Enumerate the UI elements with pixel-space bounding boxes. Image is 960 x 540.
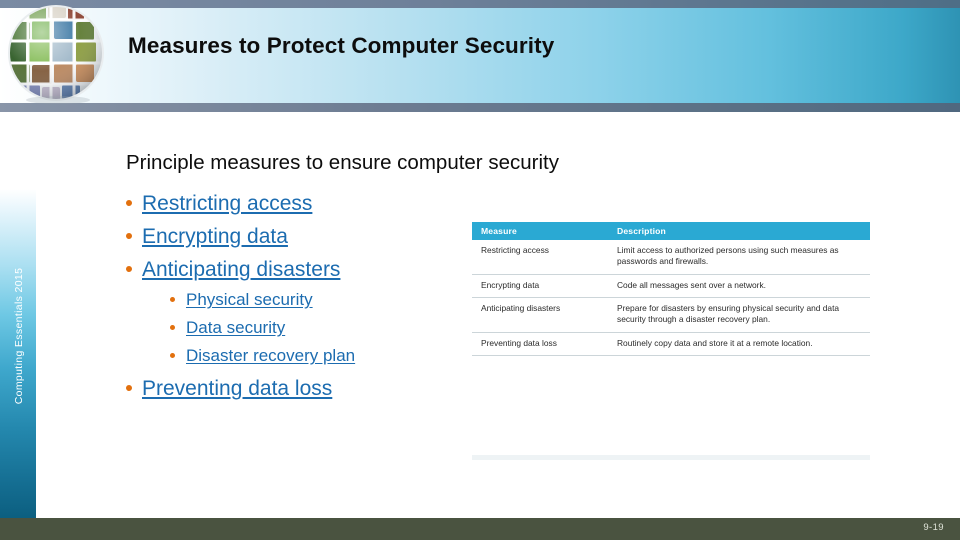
list-item: Preventing data loss — [126, 376, 355, 402]
table-cell-description: Limit access to authorized persons using… — [608, 240, 870, 275]
table-header-row: Measure Description — [472, 222, 870, 240]
bullet-dot-icon — [126, 200, 132, 206]
page-title: Measures to Protect Computer Security — [128, 33, 555, 58]
slide-header: Measures to Protect Computer Security — [0, 0, 960, 112]
header-top-strip — [0, 0, 960, 8]
table-cell-description: Prepare for disasters by ensuring physic… — [608, 297, 870, 333]
bullet-dot-icon — [170, 353, 175, 358]
table-cell-description: Code all messages sent over a network. — [608, 274, 870, 299]
page-number: 9-19 — [923, 522, 944, 533]
table-col-measure: Measure — [472, 222, 608, 240]
list-item: Encrypting data — [126, 224, 355, 250]
bullet-dot-icon — [170, 297, 175, 302]
table-col-description: Description — [608, 222, 870, 240]
table-row: Restricting access Limit access to autho… — [472, 240, 870, 275]
table-row: Anticipating disasters Prepare for disas… — [472, 297, 870, 333]
bullet-dot-icon — [170, 325, 175, 330]
sub-list-item-label[interactable]: Disaster recovery plan — [186, 346, 355, 365]
sub-list-item: Physical security — [170, 289, 355, 311]
header-bottom-strip — [0, 103, 960, 112]
list-item-label[interactable]: Restricting access — [142, 192, 312, 215]
list-item-label[interactable]: Anticipating disasters — [142, 258, 340, 281]
globe-icon — [4, 2, 108, 104]
intro-text: Principle measures to ensure computer se… — [126, 151, 559, 174]
table-cell-description: Routinely copy data and store it at a re… — [608, 332, 870, 357]
table-cell-measure: Encrypting data — [472, 274, 608, 299]
slide: Measures to Protect Computer Security Co… — [0, 0, 960, 540]
table-bottom-edge — [472, 455, 870, 460]
table-row: Encrypting data Code all messages sent o… — [472, 274, 870, 299]
measures-table: Measure Description Restricting access L… — [472, 222, 870, 357]
list-item-label[interactable]: Preventing data loss — [142, 377, 332, 400]
sub-list-item-label[interactable]: Data security — [186, 318, 285, 337]
list-item-label[interactable]: Encrypting data — [142, 225, 288, 248]
bullet-dot-icon — [126, 385, 132, 391]
sub-list: Physical security Data security Disaster… — [142, 289, 355, 367]
list-item: Restricting access — [126, 191, 355, 217]
sub-list-item: Disaster recovery plan — [170, 345, 355, 367]
table-cell-measure: Restricting access — [472, 240, 608, 275]
table-cell-measure: Preventing data loss — [472, 332, 608, 357]
sub-list-item: Data security — [170, 317, 355, 339]
bullet-dot-icon — [126, 266, 132, 272]
slide-body: Principle measures to ensure computer se… — [0, 112, 960, 518]
measures-list: Restricting access Encrypting data Antic… — [126, 191, 355, 409]
table-row: Preventing data loss Routinely copy data… — [472, 332, 870, 357]
sub-list-item-label[interactable]: Physical security — [186, 290, 313, 309]
table-cell-measure: Anticipating disasters — [472, 297, 608, 333]
bullet-dot-icon — [126, 233, 132, 239]
list-item: Anticipating disasters Physical security… — [126, 257, 355, 367]
slide-footer: 9-19 — [0, 518, 960, 540]
